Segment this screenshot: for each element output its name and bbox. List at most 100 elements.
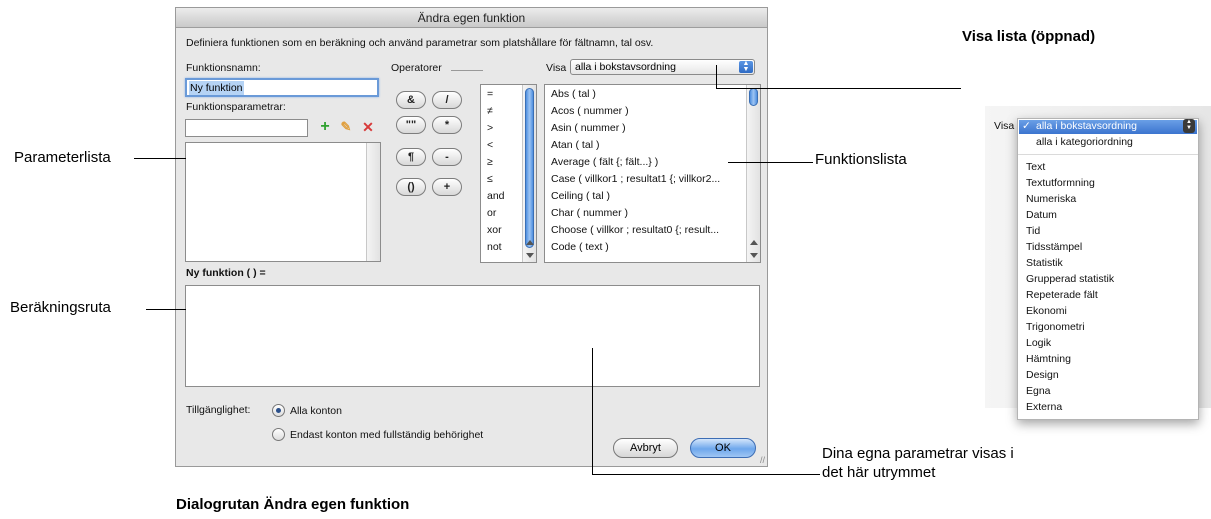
parameter-list-scrollbar[interactable] bbox=[366, 143, 380, 261]
operator-item[interactable]: not bbox=[487, 241, 502, 253]
availability-label: Tillgänglighet: bbox=[186, 404, 251, 416]
menu-item-category[interactable]: alla i kategoriordning bbox=[1036, 136, 1133, 148]
checkmark-icon: ✓ bbox=[1022, 120, 1031, 132]
annotation-parameter-list: Parameterlista bbox=[14, 149, 111, 166]
delete-x-icon[interactable]: ✕ bbox=[360, 119, 376, 135]
ok-button[interactable]: OK bbox=[690, 438, 756, 458]
radio-all-accounts[interactable] bbox=[272, 404, 285, 417]
function-item[interactable]: Acos ( nummer ) bbox=[551, 105, 629, 117]
menu-item-category[interactable]: Numeriska bbox=[1026, 193, 1076, 205]
function-item[interactable]: Code ( text ) bbox=[551, 241, 609, 253]
operator-item[interactable]: < bbox=[487, 139, 493, 151]
operator-button-pilcrow[interactable]: ¶ bbox=[396, 148, 426, 166]
menu-item-category[interactable]: Textutformning bbox=[1026, 177, 1095, 189]
menu-item-alphabetical[interactable]: alla i bokstavsordning bbox=[1036, 120, 1137, 132]
function-name-label: Funktionsnamn: bbox=[186, 62, 261, 74]
menu-item-category[interactable]: Logik bbox=[1026, 337, 1051, 349]
function-item[interactable]: Average ( fält {; fält...} ) bbox=[551, 156, 658, 168]
edit-custom-function-dialog: Ändra egen funktion Definiera funktionen… bbox=[175, 7, 768, 467]
annotation-calculation-box: Beräkningsruta bbox=[10, 299, 111, 316]
operator-button-minus[interactable]: - bbox=[432, 148, 462, 166]
function-list-scrollbar[interactable] bbox=[746, 85, 760, 262]
operator-button-ampersand[interactable]: & bbox=[396, 91, 426, 109]
operators-scroll-thumb[interactable] bbox=[525, 88, 534, 248]
menu-separator bbox=[1018, 154, 1198, 155]
menu-item-category[interactable]: Egna bbox=[1026, 385, 1051, 397]
function-item[interactable]: Ceiling ( tal ) bbox=[551, 190, 610, 202]
menu-item-category[interactable]: Externa bbox=[1026, 401, 1062, 413]
annotation-function-list: Funktionslista bbox=[815, 151, 907, 168]
operator-button-quotes[interactable]: "" bbox=[396, 116, 426, 134]
resize-grip-icon[interactable]: // bbox=[760, 455, 765, 465]
operators-list[interactable]: = ≠ > < ≥ ≤ and or xor not bbox=[480, 84, 537, 263]
operator-item[interactable]: ≤ bbox=[487, 173, 493, 185]
cancel-button[interactable]: Avbryt bbox=[613, 438, 678, 458]
scroll-up-icon[interactable] bbox=[526, 240, 534, 245]
popup-arrows-icon: ▲ ▼ bbox=[1183, 119, 1195, 133]
show-popup-value: alla i bokstavsordning bbox=[575, 61, 676, 73]
formula-header: Ny funktion ( ) = bbox=[186, 267, 266, 279]
operator-button-divide[interactable]: / bbox=[432, 91, 462, 109]
operator-button-parens[interactable]: () bbox=[396, 178, 426, 196]
function-item[interactable]: Abs ( tal ) bbox=[551, 88, 596, 100]
annotation-show-list-open: Visa lista (öppnad) bbox=[962, 28, 1096, 45]
annotation-own-params-line2: det här utrymmet bbox=[822, 464, 936, 481]
function-name-value: Ny funktion bbox=[189, 81, 244, 95]
menu-item-category[interactable]: Tidsstämpel bbox=[1026, 241, 1082, 253]
popup-arrows-icon: ▲ ▼ bbox=[739, 60, 753, 73]
function-item[interactable]: Char ( nummer ) bbox=[551, 207, 628, 219]
function-name-input[interactable]: Ny funktion bbox=[185, 78, 379, 97]
plus-icon[interactable]: + bbox=[317, 119, 333, 135]
radio-all-accounts-label[interactable]: Alla konton bbox=[290, 405, 342, 417]
radio-full-access-label[interactable]: Endast konton med fullständig behörighet bbox=[290, 429, 483, 441]
function-item[interactable]: Atan ( tal ) bbox=[551, 139, 599, 151]
parameter-list[interactable] bbox=[185, 142, 381, 262]
operator-item[interactable]: = bbox=[487, 88, 493, 100]
pencil-icon[interactable]: ✎ bbox=[338, 119, 354, 135]
caption: Dialogrutan Ändra egen funktion bbox=[176, 496, 410, 513]
menu-item-category[interactable]: Design bbox=[1026, 369, 1059, 381]
menu-item-category[interactable]: Ekonomi bbox=[1026, 305, 1067, 317]
operator-button-multiply[interactable]: * bbox=[432, 116, 462, 134]
function-item[interactable]: Asin ( nummer ) bbox=[551, 122, 626, 134]
menu-item-category[interactable]: Repeterade fält bbox=[1026, 289, 1098, 301]
leader-line-own-params-horizontal bbox=[592, 474, 820, 475]
menu-item-category[interactable]: Grupperad statistik bbox=[1026, 273, 1114, 285]
operator-button-plus[interactable]: + bbox=[432, 178, 462, 196]
param-input[interactable] bbox=[185, 119, 308, 137]
radio-full-access[interactable] bbox=[272, 428, 285, 441]
operator-item[interactable]: or bbox=[487, 207, 496, 219]
function-params-label: Funktionsparametrar: bbox=[186, 101, 286, 113]
function-list-scroll-thumb[interactable] bbox=[749, 88, 758, 106]
leader-line-show-list-horizontal bbox=[716, 88, 961, 89]
scroll-up-icon[interactable] bbox=[750, 240, 758, 245]
operator-item[interactable]: > bbox=[487, 122, 493, 134]
operators-divider bbox=[451, 70, 483, 71]
scroll-down-icon[interactable] bbox=[526, 253, 534, 258]
function-list[interactable]: Abs ( tal ) Acos ( nummer ) Asin ( numme… bbox=[544, 84, 761, 263]
menu-item-category[interactable]: Hämtning bbox=[1026, 353, 1071, 365]
leader-line-function-list bbox=[728, 162, 813, 163]
menu-item-category[interactable]: Datum bbox=[1026, 209, 1057, 221]
menu-item-category[interactable]: Tid bbox=[1026, 225, 1040, 237]
menu-item-category[interactable]: Text bbox=[1026, 161, 1045, 173]
calculation-box[interactable] bbox=[185, 285, 760, 387]
operator-item[interactable]: and bbox=[487, 190, 505, 202]
show-popup[interactable]: alla i bokstavsordning ▲ ▼ bbox=[570, 59, 755, 75]
scroll-down-icon[interactable] bbox=[750, 253, 758, 258]
instructions-text: Definiera funktionen som en beräkning oc… bbox=[186, 37, 654, 49]
menu-item-category[interactable]: Statistik bbox=[1026, 257, 1063, 269]
operators-label: Operatorer bbox=[391, 62, 442, 74]
operator-item[interactable]: ≠ bbox=[487, 105, 493, 117]
show-label: Visa bbox=[546, 62, 567, 74]
leader-line-own-params-vertical bbox=[592, 348, 593, 474]
menu-item-category[interactable]: Trigonometri bbox=[1026, 321, 1085, 333]
operator-item[interactable]: xor bbox=[487, 224, 502, 236]
show-dropdown-menu[interactable]: ✓ alla i bokstavsordning alla i kategori… bbox=[1017, 118, 1199, 420]
function-item[interactable]: Case ( villkor1 ; resultat1 {; villkor2.… bbox=[551, 173, 720, 185]
operator-item[interactable]: ≥ bbox=[487, 156, 493, 168]
leader-line-show-list-vertical bbox=[716, 65, 717, 88]
function-item[interactable]: Choose ( villkor ; resultat0 {; result..… bbox=[551, 224, 719, 236]
operators-scrollbar[interactable] bbox=[522, 85, 536, 262]
dialog-title: Ändra egen funktion bbox=[176, 8, 767, 28]
